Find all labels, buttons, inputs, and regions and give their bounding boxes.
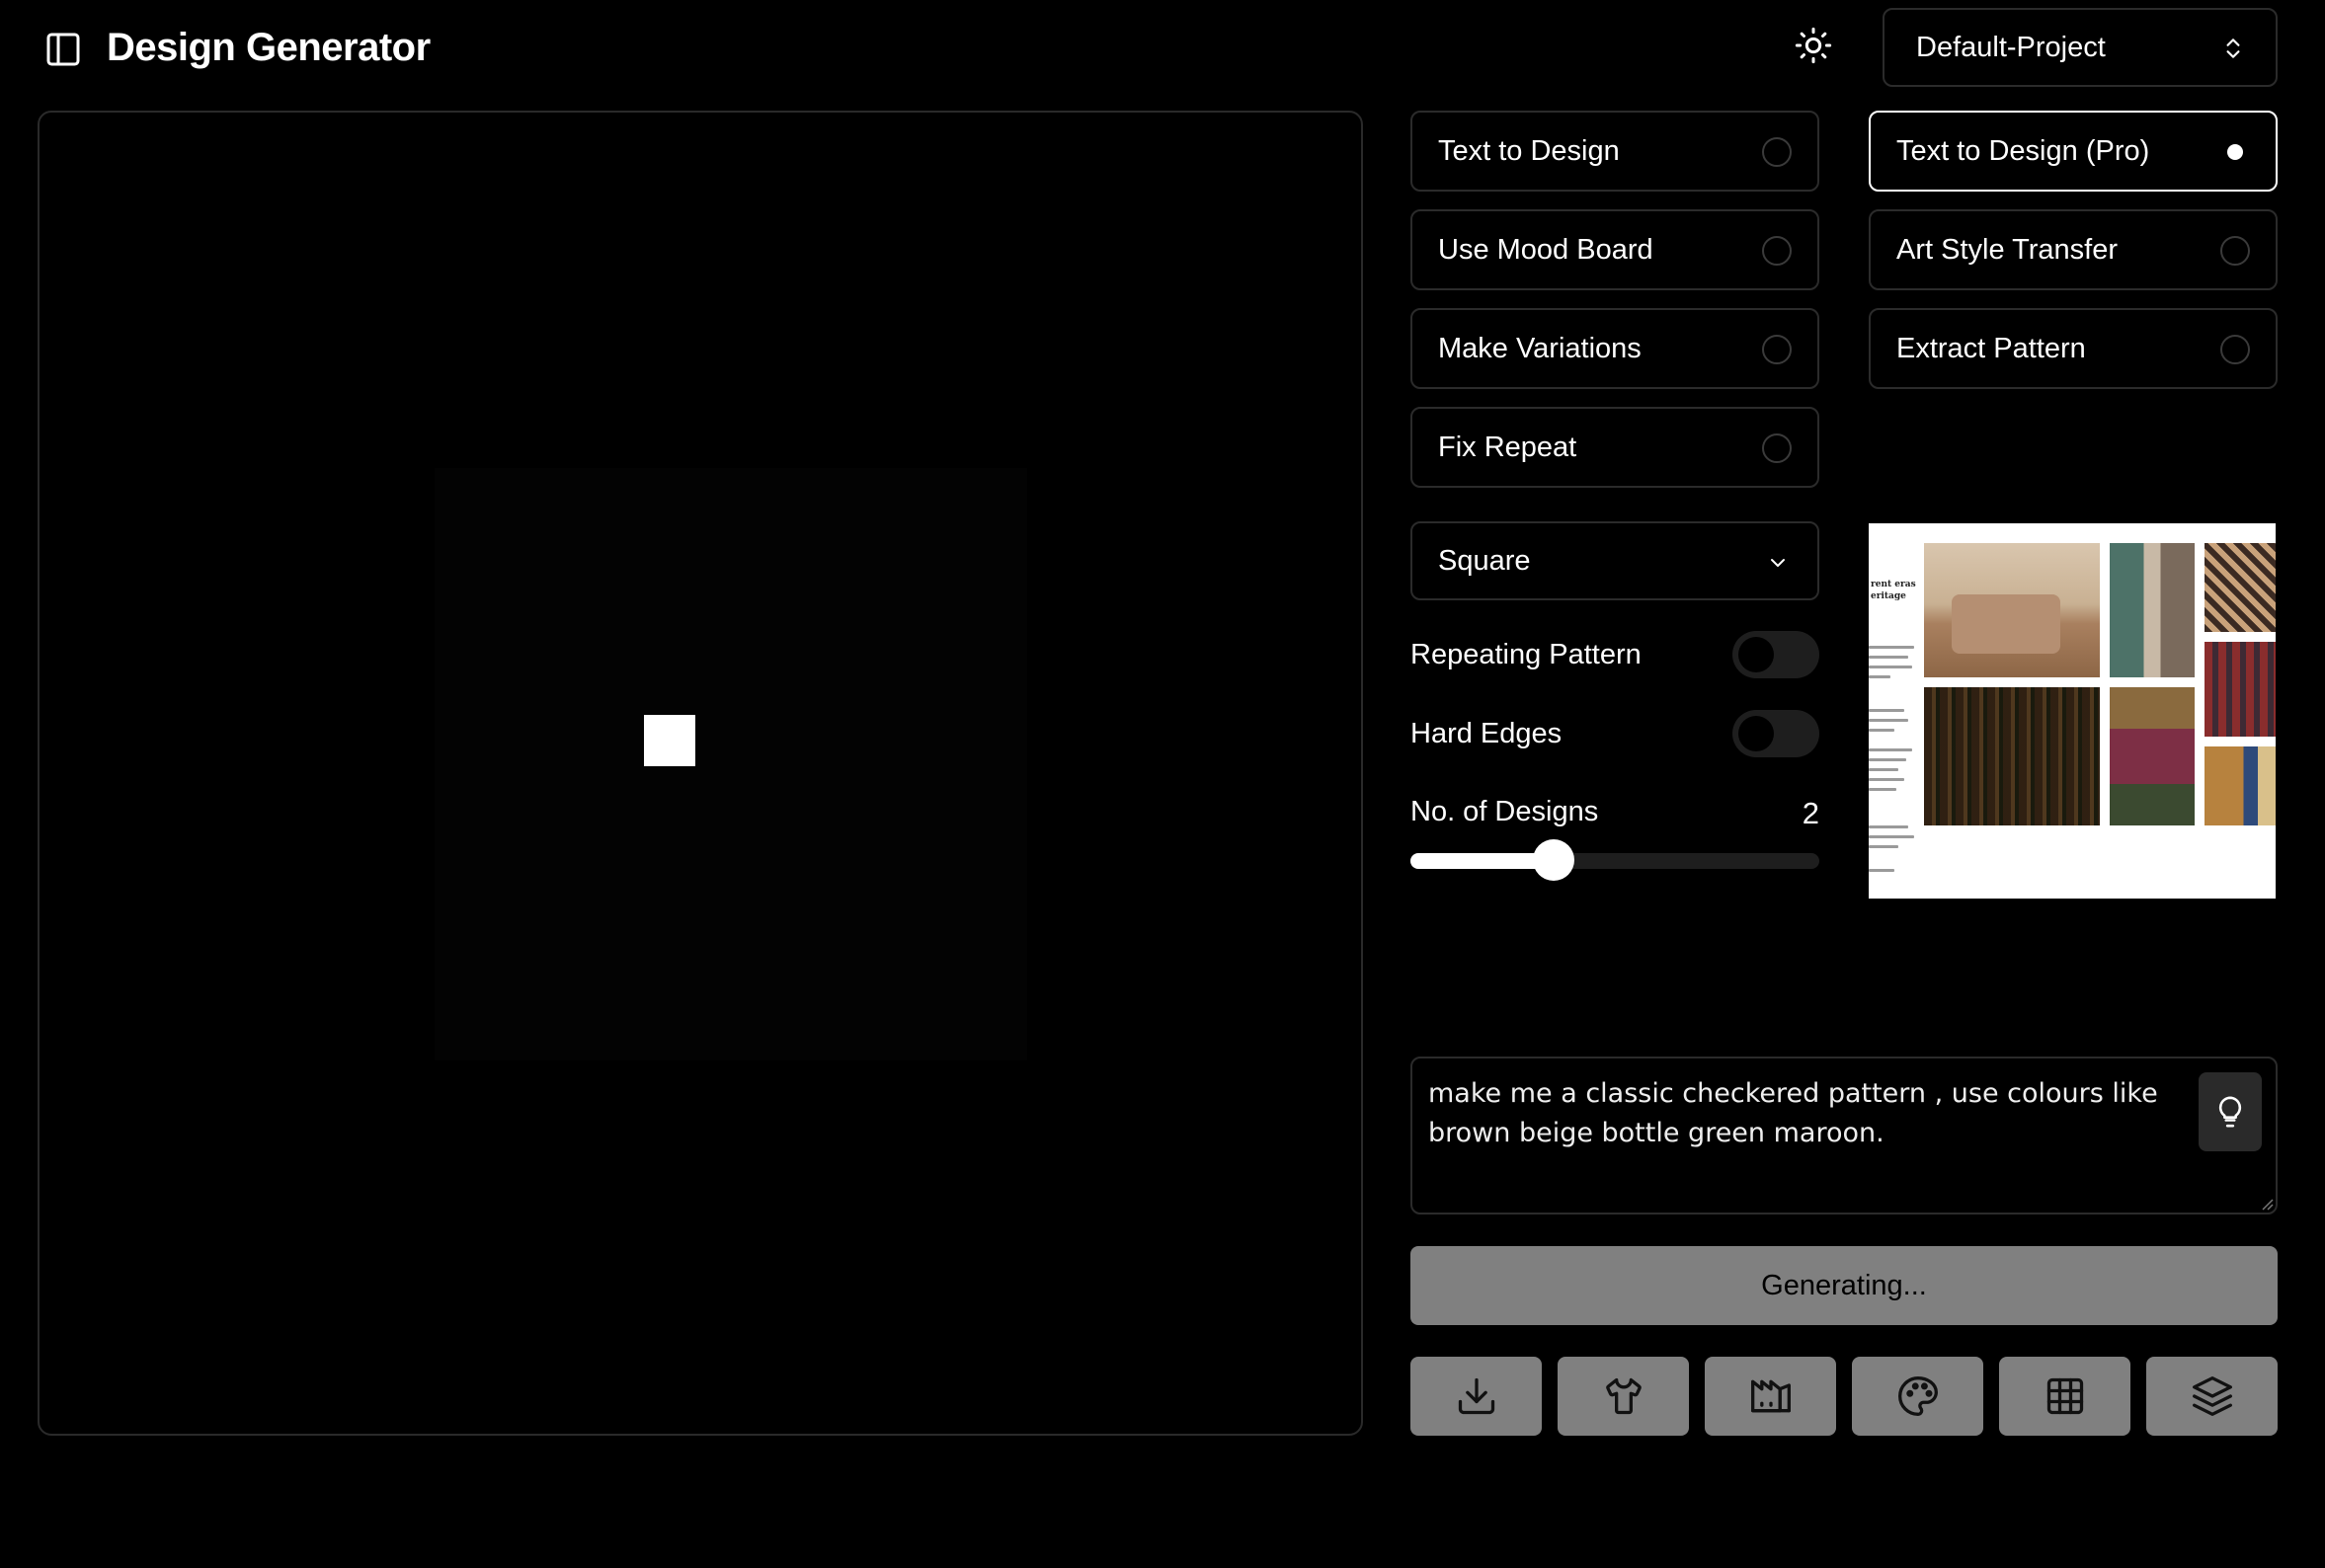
mode-use-mood-board[interactable]: Use Mood Board: [1410, 209, 1819, 290]
mood-board-heading: rent eras eritage: [1871, 579, 1916, 602]
mood-board-text-line: [1869, 656, 1908, 659]
aspect-ratio-select[interactable]: Square: [1410, 521, 1819, 600]
layers-icon: [2191, 1374, 2234, 1418]
mode-label: Text to Design (Pro): [1896, 134, 2150, 167]
designs-count-slider[interactable]: [1410, 839, 1819, 881]
mood-board-text-line: [1869, 758, 1906, 761]
hard-edges-toggle[interactable]: [1732, 710, 1819, 757]
sun-icon[interactable]: [1794, 26, 1833, 65]
mood-board-text-line: [1869, 825, 1908, 828]
mode-label: Use Mood Board: [1438, 233, 1653, 266]
mood-board-photo-wood: [2205, 746, 2276, 825]
mode-fix-repeat[interactable]: Fix Repeat: [1410, 407, 1819, 488]
chevrons-up-down-icon: [2220, 36, 2246, 61]
mode-label: Text to Design: [1438, 134, 1620, 167]
production-button[interactable]: [1705, 1357, 1836, 1436]
mood-board-heading-line: rent eras: [1871, 580, 1916, 589]
resize-grip-icon[interactable]: [2260, 1197, 2274, 1211]
mode-text-to-design[interactable]: Text to Design: [1410, 111, 1819, 192]
apparel-mockup-button[interactable]: [1558, 1357, 1689, 1436]
mood-board-text-line: [1869, 646, 1914, 649]
mode-text-to-design-pro[interactable]: Text to Design (Pro): [1869, 111, 2278, 192]
app-title: Design Generator: [107, 26, 431, 69]
mood-board-text-line: [1869, 675, 1890, 678]
aspect-ratio-value: Square: [1438, 544, 1531, 577]
mood-board-photo-plaid: [1924, 687, 2100, 825]
repeating-pattern-row: Repeating Pattern: [1410, 630, 1819, 679]
slider-thumb[interactable]: [1532, 839, 1574, 881]
mood-board-text-line: [1869, 719, 1908, 722]
radio-icon: [2220, 236, 2250, 266]
repeating-pattern-label: Repeating Pattern: [1410, 638, 1642, 670]
toggle-knob: [1738, 716, 1774, 751]
mode-make-variations[interactable]: Make Variations: [1410, 308, 1819, 389]
mood-board-preview[interactable]: rent eras eritage: [1869, 523, 2276, 899]
radio-icon: [2220, 137, 2250, 167]
mood-board-text-column: rent eras eritage: [1869, 523, 1920, 899]
project-select[interactable]: Default-Project: [1883, 8, 2278, 87]
mode-art-style-transfer[interactable]: Art Style Transfer: [1869, 209, 2278, 290]
mood-board-text-line: [1869, 768, 1898, 771]
mood-board-text-line: [1869, 845, 1898, 848]
designs-count-label: No. of Designs: [1410, 796, 1599, 827]
radio-icon: [2220, 335, 2250, 364]
mood-board-text-line: [1869, 788, 1896, 791]
mood-board-photo-panels: [2110, 543, 2195, 677]
mood-board-text-line: [1869, 666, 1912, 668]
mode-label: Fix Repeat: [1438, 431, 1577, 463]
hard-edges-label: Hard Edges: [1410, 717, 1563, 749]
mood-board-text-line: [1869, 869, 1894, 872]
canvas-placeholder: [435, 468, 1027, 1060]
sofa-shape: [1952, 594, 2060, 654]
mode-extract-pattern[interactable]: Extract Pattern: [1869, 308, 2278, 389]
palette-icon: [1896, 1374, 1940, 1418]
mood-board-photo-sofa: [1924, 543, 2100, 677]
radio-icon: [1762, 433, 1792, 463]
tile-preview-button[interactable]: [1999, 1357, 2130, 1436]
prompt-textarea[interactable]: make me a classic checkered pattern , us…: [1410, 1057, 2278, 1215]
layers-button[interactable]: [2146, 1357, 2278, 1436]
toggle-knob: [1738, 637, 1774, 672]
grid-icon: [2044, 1374, 2087, 1418]
radio-icon: [1762, 137, 1792, 167]
download-icon: [1455, 1374, 1498, 1418]
radio-icon: [1762, 335, 1792, 364]
mode-label: Make Variations: [1438, 332, 1642, 364]
download-button[interactable]: [1410, 1357, 1542, 1436]
recolor-button[interactable]: [1852, 1357, 1983, 1436]
mood-board-photo-stripes: [2205, 642, 2276, 737]
mood-board-text-line: [1869, 748, 1912, 751]
shirt-icon: [1602, 1374, 1645, 1418]
mode-label: Extract Pattern: [1896, 332, 2086, 364]
hard-edges-row: Hard Edges: [1410, 709, 1819, 758]
repeating-pattern-toggle[interactable]: [1732, 631, 1819, 678]
mode-label: Art Style Transfer: [1896, 233, 2119, 266]
mood-board-text-line: [1869, 709, 1904, 712]
generate-button[interactable]: Generating...: [1410, 1246, 2278, 1325]
mood-board-heading-line: eritage: [1871, 591, 1906, 601]
loading-indicator: [644, 715, 695, 766]
mood-board-text-line: [1869, 729, 1894, 732]
mood-board-text-line: [1869, 835, 1914, 838]
lightbulb-icon[interactable]: [2199, 1072, 2262, 1151]
app-header: Design Generator Default-Project: [0, 0, 2325, 99]
project-select-value: Default-Project: [1916, 31, 2106, 63]
mood-board-photo-zigzag: [2205, 543, 2276, 632]
mood-board-text-line: [1869, 778, 1904, 781]
mood-board-photo-pillow: [2110, 687, 2195, 825]
factory-icon: [1749, 1374, 1793, 1418]
design-canvas: [38, 111, 1363, 1436]
radio-icon: [1762, 236, 1792, 266]
designs-count-value: 2: [1802, 796, 1819, 830]
prompt-text: make me a classic checkered pattern , us…: [1428, 1078, 2158, 1148]
sidebar-toggle-icon[interactable]: [43, 30, 83, 69]
chevron-down-icon: [1766, 551, 1790, 575]
